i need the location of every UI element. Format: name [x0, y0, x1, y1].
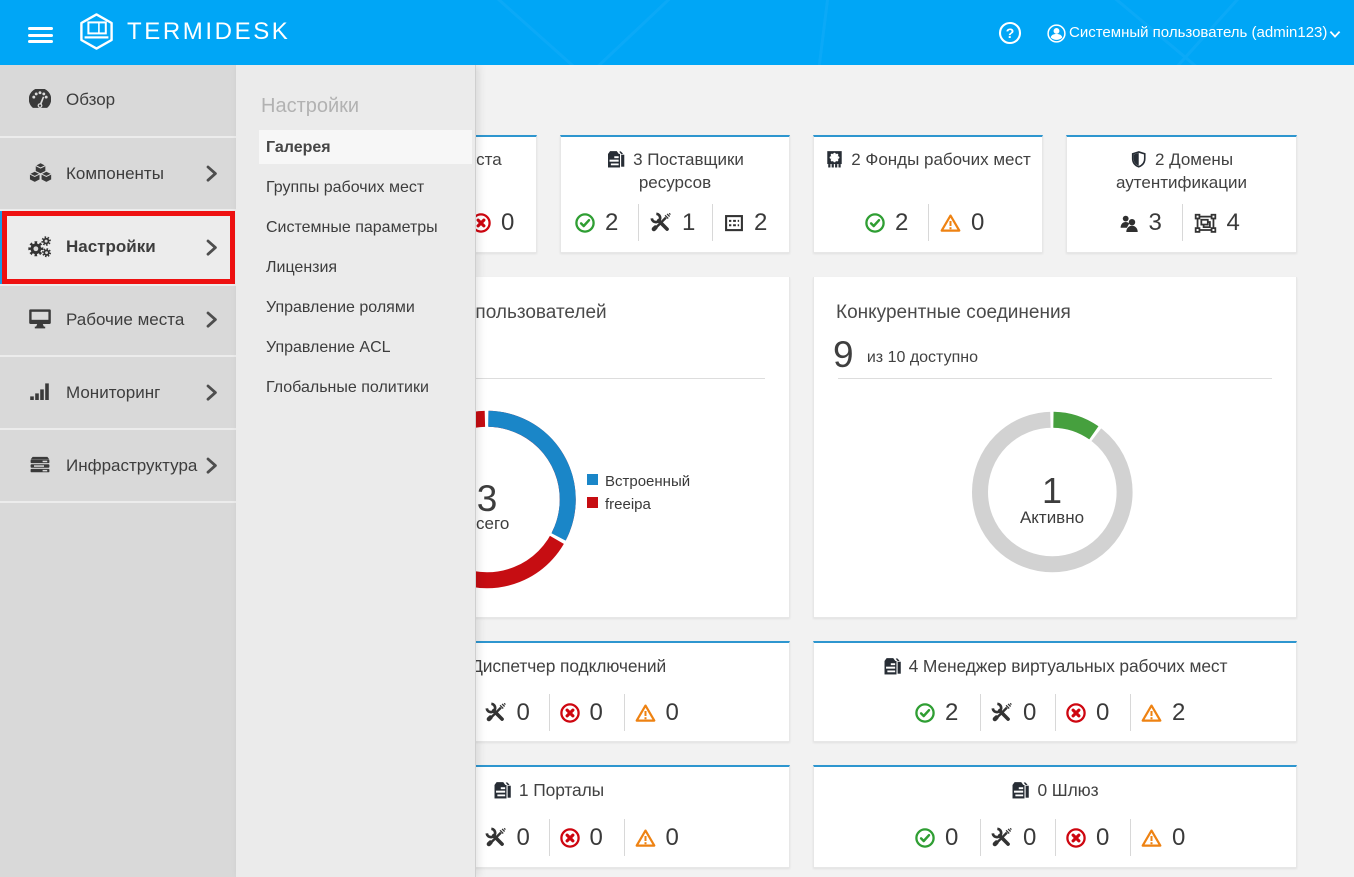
svg-text:?: ? [1006, 25, 1015, 41]
